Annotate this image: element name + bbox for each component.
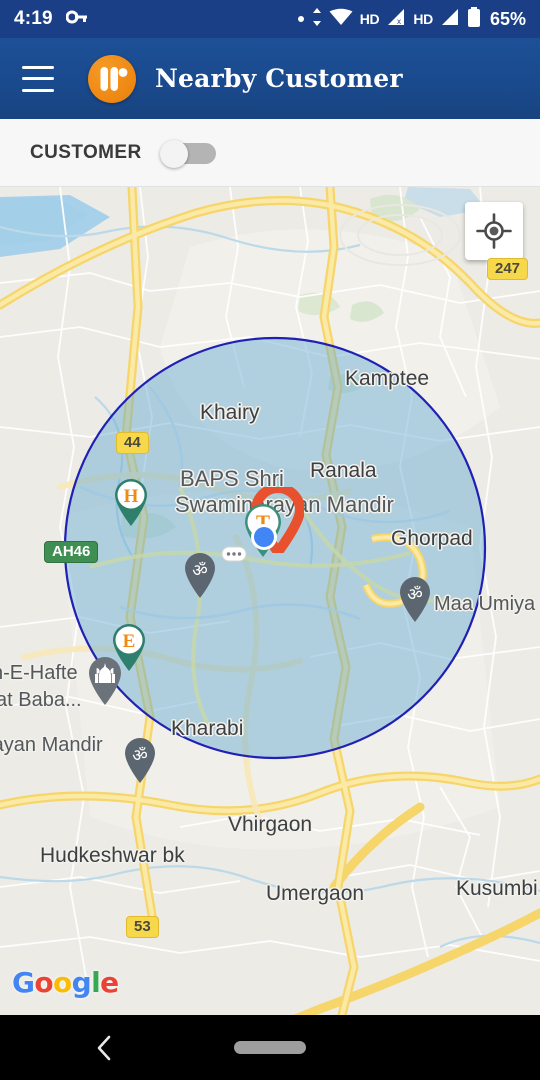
- highway-shield-53: 53: [126, 916, 159, 939]
- signal-2-icon: [440, 8, 460, 31]
- app-logo-w-icon: [88, 54, 136, 103]
- battery-percent: 65%: [489, 8, 526, 29]
- vpn-key-icon: [65, 10, 88, 29]
- google-letter-g2: g: [71, 966, 92, 999]
- map-canvas[interactable]: Kamptee Khairy Ranala Ghorpad BAPS Shri …: [0, 187, 540, 1015]
- status-clock: 4:19: [14, 8, 53, 29]
- customer-toggle-row: CUSTOMER: [0, 119, 540, 187]
- battery-icon: [467, 6, 481, 32]
- google-letter-o1: o: [34, 966, 54, 999]
- pin-om-icon: ॐ: [400, 577, 430, 622]
- status-bar: 4:19 HD x HD 65%: [0, 0, 540, 38]
- svg-text:ॐ: ॐ: [192, 561, 208, 581]
- data-transfer-icon: [312, 7, 322, 31]
- system-nav-bar: [0, 1015, 540, 1080]
- switch-knob: [159, 140, 188, 168]
- blue-location-dot-icon: [251, 524, 277, 550]
- google-letter-g1: G: [12, 966, 35, 999]
- pin-mosque-icon: [89, 657, 121, 705]
- mosque-pin[interactable]: [85, 654, 125, 706]
- status-bar-left: 4:19: [14, 8, 88, 30]
- home-pill-icon[interactable]: [234, 1041, 306, 1054]
- hd-label-1: HD: [359, 11, 380, 27]
- highway-shield-ah46: AH46: [44, 541, 99, 564]
- temple-pin-om-2[interactable]: ॐ: [397, 575, 433, 623]
- wifi-icon: [329, 8, 353, 31]
- google-letter-l: l: [91, 966, 101, 999]
- current-location-dot: [249, 522, 279, 552]
- svg-text:x: x: [397, 17, 401, 26]
- google-watermark: G o o g l e: [12, 966, 119, 999]
- google-letter-e: e: [100, 966, 119, 999]
- app-bar: Nearby Customer: [0, 38, 540, 119]
- highway-shield-247: 247: [487, 258, 529, 281]
- my-location-icon: [476, 213, 512, 249]
- hospital-pin-h[interactable]: H: [112, 477, 150, 527]
- svg-text:E: E: [123, 631, 136, 652]
- pin-om-icon: ॐ: [125, 738, 155, 783]
- back-chevron-icon[interactable]: [88, 1031, 122, 1065]
- pin-om-icon: ॐ: [185, 553, 215, 598]
- my-location-button[interactable]: [465, 202, 523, 260]
- temple-pin-om-1[interactable]: ॐ: [182, 551, 218, 599]
- map-basemap: [0, 187, 540, 1015]
- temple-pin-om-3[interactable]: ॐ: [122, 736, 158, 784]
- customer-toggle-label: CUSTOMER: [30, 141, 142, 163]
- hd-label-2: HD: [413, 11, 433, 27]
- signal-1-icon: x: [386, 8, 406, 31]
- page-title: Nearby Customer: [155, 64, 403, 93]
- hamburger-menu-icon[interactable]: [22, 65, 54, 92]
- dot-icon: [297, 10, 305, 28]
- customer-toggle-switch[interactable]: [159, 140, 216, 168]
- phone-screen: 4:19 HD x HD 65% Nearby Customer CUSTOME…: [0, 0, 540, 1080]
- pin-letter-h-icon: H: [115, 479, 147, 526]
- google-letter-o2: o: [53, 966, 72, 999]
- svg-text:ॐ: ॐ: [132, 746, 148, 766]
- highway-shield-44: 44: [116, 432, 149, 455]
- status-bar-right: HD x HD 65%: [297, 6, 526, 32]
- svg-text:ॐ: ॐ: [407, 585, 423, 605]
- svg-text:H: H: [124, 486, 139, 507]
